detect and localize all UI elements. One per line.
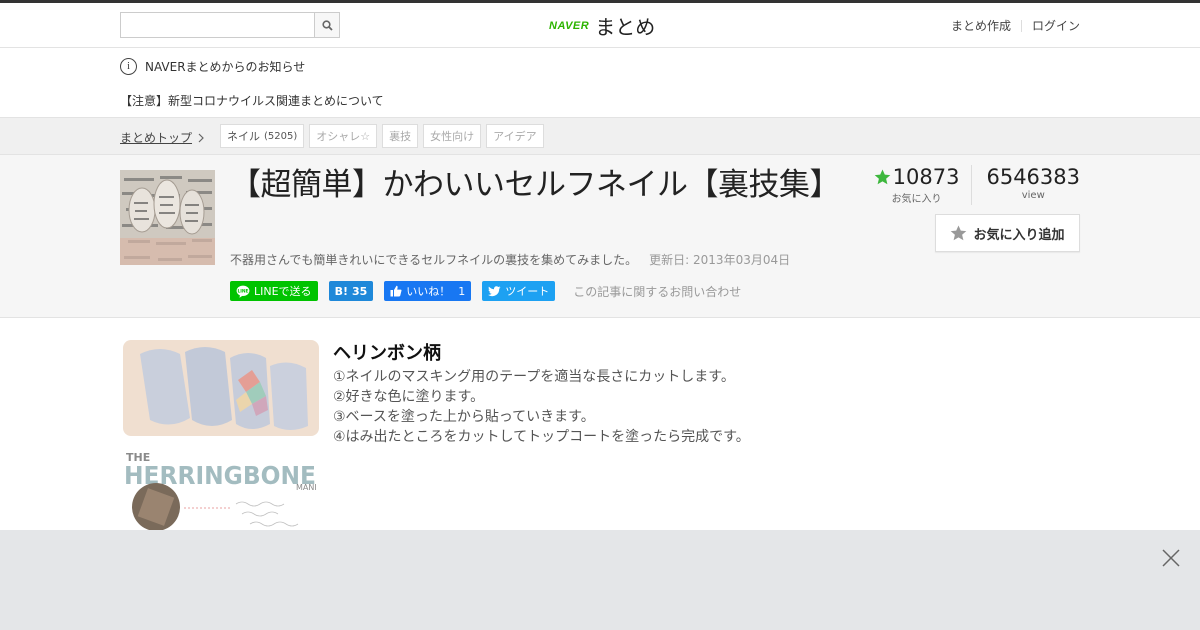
add-favorite-label: お気に入り追加 — [973, 227, 1065, 243]
tag-idea[interactable]: アイデア — [486, 124, 544, 148]
article-description-row: 不器用さんでも簡単きれいにできるセルフネイルの裏技を集めてみました。 更新日: … — [230, 251, 790, 268]
item-step: ③ベースを塗った上から貼っていきます。 — [333, 409, 595, 425]
like-count: 1 — [458, 284, 466, 298]
header-links: まとめ作成 ログイン — [951, 17, 1080, 34]
search-box — [120, 12, 340, 38]
tag-label: ネイル — [227, 130, 260, 143]
notice-heading-text: NAVERまとめからのお知らせ — [145, 60, 306, 74]
info-icon: i — [120, 58, 137, 75]
site-header: NAVER まとめ まとめ作成 ログイン — [0, 3, 1200, 48]
close-icon[interactable] — [1162, 549, 1180, 567]
tag-josei[interactable]: 女性向け — [423, 124, 482, 148]
views-count: 6546383 — [986, 165, 1080, 189]
divider — [1020, 19, 1022, 32]
line-icon: LINE — [236, 285, 250, 298]
notice-heading: i NAVERまとめからのお知らせ — [120, 58, 305, 75]
like-label: いいね！ — [406, 285, 451, 298]
share-buttons: LINE LINEで送る B! 35 いいね！ 1 ツイート この記事に関するお… — [230, 281, 741, 301]
image-caption-mani: MANI — [296, 483, 317, 492]
tweet-button[interactable]: ツイート — [482, 281, 556, 301]
chevron-right-icon — [198, 133, 204, 142]
bottom-ad-overlay — [0, 530, 1200, 630]
favorites-count: 10873 — [892, 165, 960, 189]
login-link[interactable]: ログイン — [1032, 17, 1080, 34]
article-thumbnail — [120, 170, 215, 265]
views-stat: 6546383 view — [972, 165, 1080, 205]
article-content: THE HERRINGBONE MANI ヘリンボン柄 ①ネイルのマスキング用の… — [0, 318, 1200, 530]
breadcrumb: まとめトップ ネイル (5205) オシャレ☆ 裏技 女性向け アイデア — [0, 118, 1200, 155]
tag-urawaza[interactable]: 裏技 — [382, 124, 419, 148]
logo-brand: NAVER — [549, 19, 590, 32]
tag-oshare[interactable]: オシャレ☆ — [309, 124, 378, 148]
article-title: 【超簡単】かわいいセルフネイル【裏技集】 — [230, 167, 841, 203]
create-matome-link[interactable]: まとめ作成 — [951, 17, 1011, 34]
favorites-label: お気に入り — [891, 194, 942, 205]
item-steps: ①ネイルのマスキング用のテープを適当な長さにカットします。 ②好きな色に塗ります… — [333, 367, 750, 447]
search-icon — [321, 19, 333, 31]
facebook-like-button[interactable]: いいね！ 1 — [384, 281, 472, 301]
star-icon — [874, 169, 890, 185]
item-step: ②好きな色に塗ります。 — [333, 389, 485, 405]
item-image: THE HERRINGBONE MANI — [120, 340, 320, 530]
breadcrumb-top-link[interactable]: まとめトップ — [120, 129, 204, 146]
breadcrumb-top-label: まとめトップ — [120, 131, 193, 145]
site-logo[interactable]: NAVER まとめ — [549, 11, 655, 40]
item-title: ヘリンボン柄 — [333, 343, 441, 364]
logo-name: まとめ — [595, 15, 656, 39]
twitter-bird-icon — [488, 285, 501, 296]
contact-link[interactable]: この記事に関するお問い合わせ — [573, 283, 741, 300]
favorites-stat: 10873 お気に入り — [874, 165, 973, 205]
tag-list: ネイル (5205) オシャレ☆ 裏技 女性向け アイデア — [220, 124, 544, 148]
item-step: ①ネイルのマスキング用のテープを適当な長さにカットします。 — [333, 369, 735, 385]
article-stats: 10873 お気に入り 6546383 view — [874, 165, 1080, 205]
search-input[interactable] — [121, 13, 314, 37]
hatena-bookmark-button[interactable]: B! 35 — [328, 281, 374, 301]
views-label: view — [1021, 190, 1045, 201]
article-header: 【超簡単】かわいいセルフネイル【裏技集】 不器用さんでも簡単きれいにできるセルフ… — [0, 155, 1200, 318]
tag-count: (5205) — [264, 130, 298, 142]
thumbs-up-icon — [390, 285, 402, 297]
star-outline-icon — [951, 225, 967, 241]
article-updated-date: 更新日: 2013年03月04日 — [649, 253, 791, 267]
notice-area: i NAVERまとめからのお知らせ 【注意】新型コロナウイルス関連まとめについて — [0, 48, 1200, 118]
hatena-icon: B! — [334, 284, 348, 298]
search-button[interactable] — [314, 13, 339, 37]
hatena-count: 35 — [351, 284, 368, 298]
article-description: 不器用さんでも簡単きれいにできるセルフネイルの裏技を集めてみました。 — [230, 253, 638, 267]
item-step: ④はみ出たところをカットしてトップコートを塗ったら完成です。 — [333, 429, 750, 445]
tag-nail[interactable]: ネイル (5205) — [220, 124, 305, 148]
add-favorite-button[interactable]: お気に入り追加 — [935, 214, 1080, 252]
line-share-button[interactable]: LINE LINEで送る — [230, 281, 318, 301]
notice-link[interactable]: 【注意】新型コロナウイルス関連まとめについて — [120, 92, 384, 109]
line-share-label: LINEで送る — [254, 285, 312, 298]
svg-text:LINE: LINE — [237, 288, 248, 294]
tweet-label: ツイート — [505, 285, 550, 298]
